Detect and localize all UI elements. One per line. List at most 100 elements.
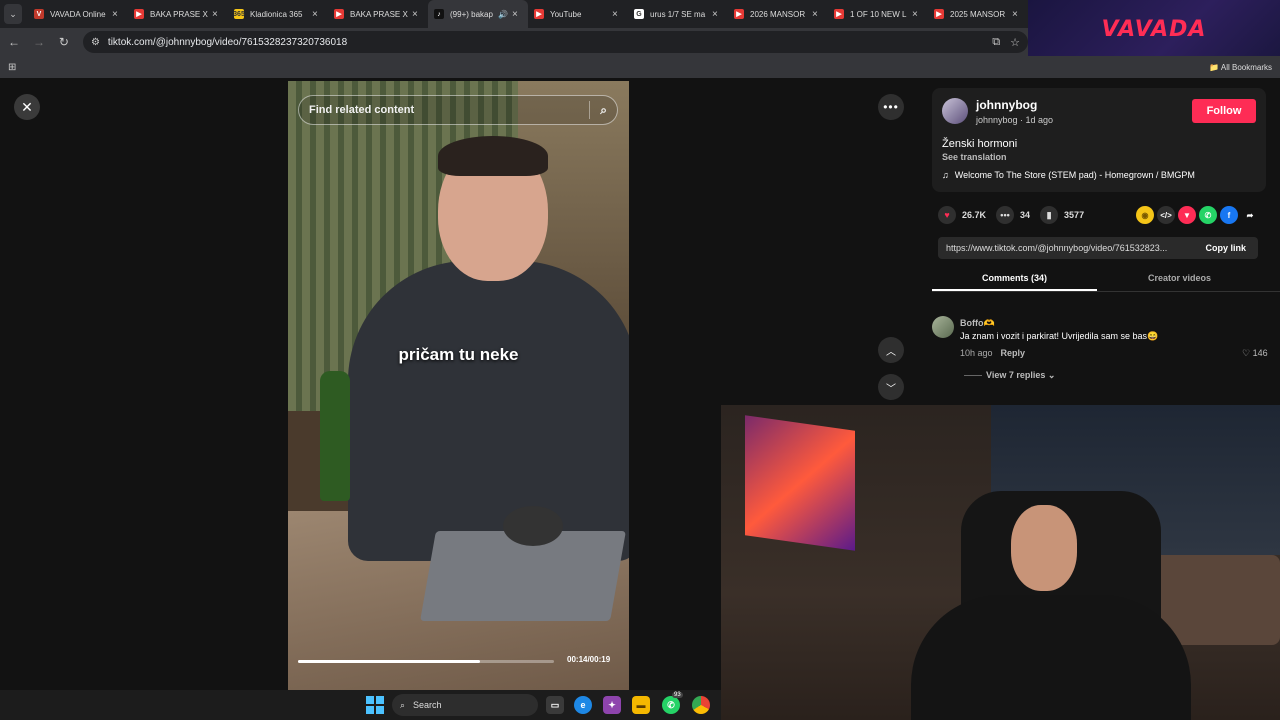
tab-favicon-icon: V <box>34 9 44 19</box>
edge-icon[interactable]: e <box>574 696 592 714</box>
tab-close-icon[interactable]: × <box>812 9 822 20</box>
browser-toolbar: ← → ↻ ⚙ tiktok.com/@johnnybog/video/7615… <box>0 28 1029 56</box>
related-search-input[interactable]: Find related content ⌕ <box>298 95 618 125</box>
browser-tab[interactable]: Gurus 1/7 SE ma × <box>628 0 728 28</box>
browser-tab[interactable]: ▶ YouTube × <box>528 0 628 28</box>
tab-favicon-icon: ▶ <box>334 9 344 19</box>
username[interactable]: johnnybog <box>976 98 1037 112</box>
share-arrow-icon[interactable]: ➦ <box>1241 206 1259 224</box>
forward-icon[interactable]: → <box>28 35 50 49</box>
tab-favicon-icon: ▶ <box>834 9 844 19</box>
chrome-icon[interactable] <box>692 696 710 714</box>
tab-close-icon[interactable]: × <box>1012 9 1022 20</box>
tab-comments[interactable]: Comments (34) <box>932 266 1097 291</box>
browser-tab[interactable]: ▶ 1 OF 10 NEW L × <box>828 0 928 28</box>
like-count: 26.7K <box>962 210 987 220</box>
all-bookmarks-link[interactable]: 📁 All Bookmarks <box>1209 63 1272 72</box>
tab-close-icon[interactable]: × <box>412 9 422 20</box>
screen: ⌄ V VAVADA Online × ▶ BAKA PRASE X × 365 Kladio… <box>0 0 1280 720</box>
tab-close-icon[interactable]: × <box>512 9 522 20</box>
coin-icon[interactable]: ◉ <box>1136 206 1154 224</box>
video-bottle <box>320 371 350 501</box>
next-video-icon[interactable]: ﹀ <box>878 374 904 400</box>
browser-tab[interactable]: ♪ (99+) bakap 🔊 × <box>428 0 528 28</box>
avatar[interactable] <box>942 98 968 124</box>
heart-icon: ♥ <box>938 206 956 224</box>
address-bar[interactable]: ⚙ tiktok.com/@johnnybog/video/7615328237… <box>82 31 1029 53</box>
all-bookmarks-label: All Bookmarks <box>1220 62 1272 72</box>
comment-meta: 10h ago Reply <box>960 348 1025 358</box>
embed-icon[interactable]: </> <box>1157 206 1175 224</box>
webcam-tv <box>745 415 855 551</box>
comment-time: 10h ago <box>960 348 993 358</box>
tab-favicon-icon: ▶ <box>534 9 544 19</box>
more-options-icon[interactable]: ••• <box>878 94 904 120</box>
video-link-text[interactable]: https://www.tiktok.com/@johnnybog/video/… <box>946 243 1193 253</box>
facebook-icon[interactable]: f <box>1220 206 1238 224</box>
windows-taskbar: ⌕ Search ▭ e ✦ ▬ ✆ 93 <box>0 690 721 720</box>
post-meta: johnnybog · 1d ago <box>976 115 1054 125</box>
tab-close-icon[interactable]: × <box>712 9 722 20</box>
video-timecode: 00:14/00:19 <box>567 655 611 664</box>
search-divider <box>589 101 591 119</box>
previous-video-icon[interactable]: ︿ <box>878 337 904 363</box>
tab-close-icon[interactable]: × <box>612 9 622 20</box>
bookmark-star-icon[interactable]: ☆ <box>1010 36 1020 49</box>
site-settings-icon[interactable]: ⚙ <box>91 37 100 48</box>
tab-creator-videos[interactable]: Creator videos <box>1097 266 1262 291</box>
tab-close-icon[interactable]: × <box>912 9 922 20</box>
comment-button[interactable]: ••• 34 <box>996 206 1030 224</box>
reply-button[interactable]: Reply <box>1001 348 1026 358</box>
video-progress-bar[interactable] <box>298 660 554 663</box>
comment-author[interactable]: Boffo🫶 <box>960 318 995 329</box>
save-button[interactable]: ▮ 3577 <box>1040 206 1084 224</box>
video-progress-fill <box>298 660 480 663</box>
comment-like-button[interactable]: ♡ 146 <box>1242 348 1268 359</box>
copilot-icon[interactable]: ✦ <box>603 696 621 714</box>
heart-outline-icon: ♡ <box>1242 348 1251 358</box>
task-view-icon[interactable]: ▭ <box>546 696 564 714</box>
video-mouse <box>503 506 563 546</box>
windows-start-icon[interactable] <box>366 696 384 714</box>
tab-search-button[interactable]: ⌄ <box>4 4 22 24</box>
browser-tab[interactable]: V VAVADA Online × <box>28 0 128 28</box>
view-replies-label: View 7 replies <box>986 370 1046 380</box>
install-app-icon[interactable]: ⧉ <box>992 36 1000 49</box>
tab-favicon-icon: ▶ <box>934 9 944 19</box>
comment-like-count: 146 <box>1252 348 1268 358</box>
view-replies-button[interactable]: View 7 replies ⌄ <box>964 370 1055 381</box>
browser-tab[interactable]: ▶ BAKA PRASE X × <box>328 0 428 28</box>
webcam-person-body <box>911 595 1191 720</box>
whatsapp-icon[interactable]: ✆ <box>1199 206 1217 224</box>
video-player[interactable]: Find related content ⌕ pričam tu neke 00… <box>288 81 629 690</box>
see-translation-link[interactable]: See translation <box>942 152 1007 162</box>
browser-tab[interactable]: 365 Kladionica 365 × <box>228 0 328 28</box>
tab-close-icon[interactable]: × <box>212 9 222 20</box>
tab-close-icon[interactable]: × <box>112 9 122 20</box>
copy-link-button[interactable]: Copy link <box>1193 243 1258 253</box>
music-note-icon: ♫ <box>942 170 949 180</box>
tab-close-icon[interactable]: × <box>312 9 322 20</box>
send-icon[interactable]: ▼ <box>1178 206 1196 224</box>
search-icon[interactable]: ⌕ <box>600 103 607 118</box>
taskbar-search-label: Search <box>413 700 442 710</box>
comment-avatar[interactable] <box>932 316 954 338</box>
browser-tab[interactable]: ▶ 2026 MANSOR × <box>728 0 828 28</box>
apps-grid-icon[interactable]: ⊞ <box>8 62 16 73</box>
browser-tab[interactable]: ▶ 2025 MANSOR × <box>928 0 1028 28</box>
taskbar-search[interactable]: ⌕ Search <box>392 694 538 716</box>
comment-text: Ja znam i vozit i parkirat! Uvrijedila s… <box>960 331 1159 341</box>
browser-tab[interactable]: ▶ BAKA PRASE X × <box>128 0 228 28</box>
follow-button[interactable]: Follow <box>1192 99 1256 123</box>
close-icon[interactable]: ✕ <box>14 94 40 120</box>
tab-title: YouTube <box>550 9 582 19</box>
music-link[interactable]: ♫ Welcome To The Store (STEM pad) - Homeg… <box>942 170 1195 180</box>
whatsapp-taskbar-icon[interactable]: ✆ <box>662 696 680 714</box>
like-button[interactable]: ♥ 26.7K <box>938 206 986 224</box>
file-explorer-icon[interactable]: ▬ <box>632 696 650 714</box>
tab-favicon-icon: ▶ <box>734 9 744 19</box>
tab-audio-icon[interactable]: 🔊 <box>498 10 508 19</box>
back-icon[interactable]: ← <box>3 35 25 49</box>
bookmarks-bar: ⊞ 📁 All Bookmarks <box>0 56 1280 78</box>
reload-icon[interactable]: ↻ <box>53 35 75 49</box>
